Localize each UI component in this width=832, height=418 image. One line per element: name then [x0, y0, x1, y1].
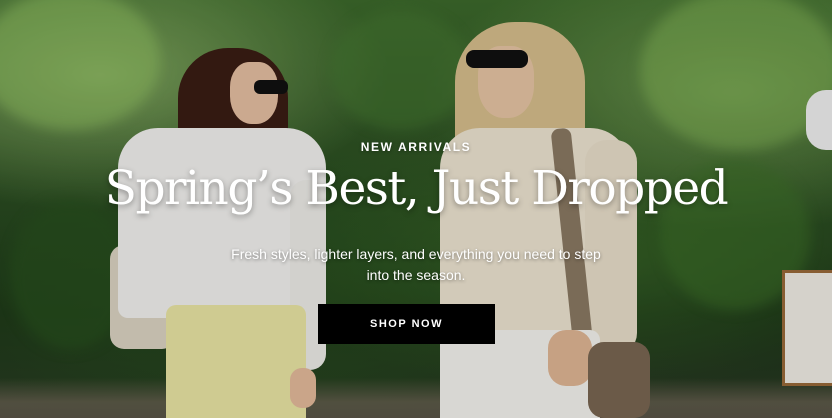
- hero-eyebrow: NEW ARRIVALS: [360, 140, 472, 154]
- hero-subtext: Fresh styles, lighter layers, and everyt…: [231, 246, 601, 283]
- hero-content: NEW ARRIVALS Spring’s Best, Just Dropped…: [0, 0, 832, 418]
- hero-banner: NEW ARRIVALS Spring’s Best, Just Dropped…: [0, 0, 832, 418]
- shop-now-button[interactable]: SHOP NOW: [318, 304, 495, 344]
- hero-headline: Spring’s Best, Just Dropped: [104, 161, 729, 216]
